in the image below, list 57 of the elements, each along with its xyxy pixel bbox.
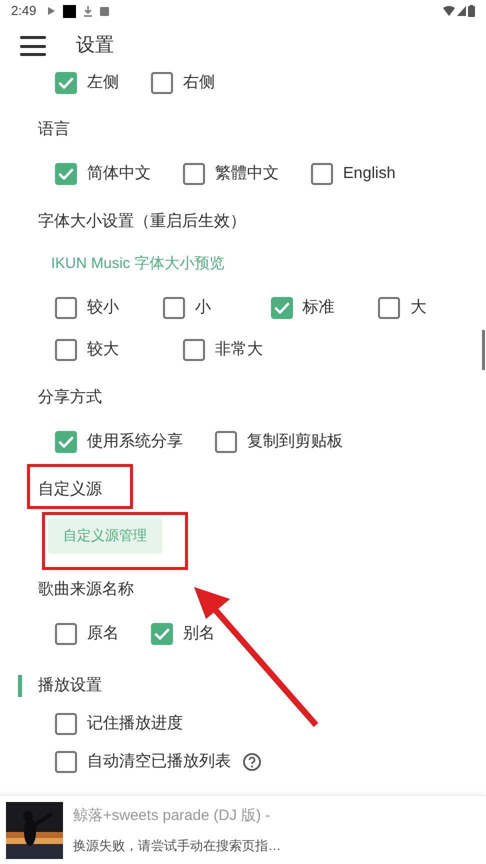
checkbox[interactable] — [215, 430, 237, 452]
checkbox[interactable] — [55, 296, 77, 318]
option-label: 简体中文 — [87, 164, 151, 184]
section-title: 分享方式 — [38, 388, 102, 408]
group-accent-bar — [18, 674, 22, 696]
checkbox[interactable] — [55, 338, 77, 360]
option-label: 复制到剪贴板 — [247, 432, 343, 452]
wifi-icon — [443, 6, 455, 16]
option-label: 别名 — [183, 624, 215, 644]
checkbox[interactable] — [55, 622, 77, 644]
checkbox[interactable] — [270, 296, 292, 318]
checkbox[interactable] — [55, 712, 77, 734]
section-title: 歌曲来源名称 — [38, 580, 134, 600]
square-icon — [63, 4, 76, 18]
help-icon[interactable] — [243, 752, 261, 770]
option-label: 原名 — [87, 624, 119, 644]
option-label: 较大 — [87, 340, 119, 360]
section-title: 字体大小设置（重启后生效） — [38, 212, 246, 232]
option-label: 左侧 — [87, 73, 119, 93]
battery-icon — [468, 5, 475, 17]
track-status: 换源失败，请尝试手动在搜索页指… — [73, 836, 281, 854]
group-title: 播放设置 — [38, 676, 102, 696]
download-icon — [84, 6, 92, 16]
checkbox[interactable] — [378, 296, 400, 318]
track-title: 鲸落+sweets parade (DJ 版) - — [73, 806, 272, 826]
section-title: 语言 — [38, 120, 70, 140]
checkbox[interactable] — [55, 72, 77, 94]
checkbox[interactable] — [151, 72, 173, 94]
page-title: 设置 — [76, 34, 114, 58]
section-title: 自定义源 — [38, 480, 102, 500]
scrollbar-thumb — [482, 330, 485, 370]
option-label: 标准 — [302, 298, 334, 318]
status-time: 2:49 — [11, 2, 36, 20]
font-preview-text: IKUN Music 字体大小预览 — [51, 254, 226, 274]
option-label: 小 — [194, 298, 211, 318]
option-label: 大 — [410, 298, 426, 318]
menu-button[interactable] — [20, 36, 46, 56]
option-label: 记住播放进度 — [87, 714, 183, 734]
checkbox[interactable] — [311, 163, 333, 185]
checkbox[interactable] — [151, 622, 173, 644]
app-icon — [100, 6, 110, 16]
checkbox[interactable] — [183, 163, 205, 185]
checkbox[interactable] — [183, 338, 205, 360]
checkbox[interactable] — [55, 750, 77, 772]
signal-icon — [457, 6, 466, 16]
option-label: 繁體中文 — [215, 164, 279, 184]
checkbox[interactable] — [55, 430, 77, 452]
checkbox[interactable] — [162, 296, 185, 318]
play-icon — [48, 7, 56, 15]
custom-source-button[interactable]: 自定义源管理 — [48, 518, 162, 554]
option-label: 使用系统分享 — [87, 432, 183, 452]
option-label: 较小 — [87, 298, 119, 318]
option-label: 自动清空已播放列表 — [87, 752, 231, 772]
checkbox[interactable] — [55, 163, 77, 185]
option-label: 右侧 — [183, 73, 215, 93]
option-label: English — [343, 164, 396, 184]
option-label: 非常大 — [215, 340, 263, 360]
